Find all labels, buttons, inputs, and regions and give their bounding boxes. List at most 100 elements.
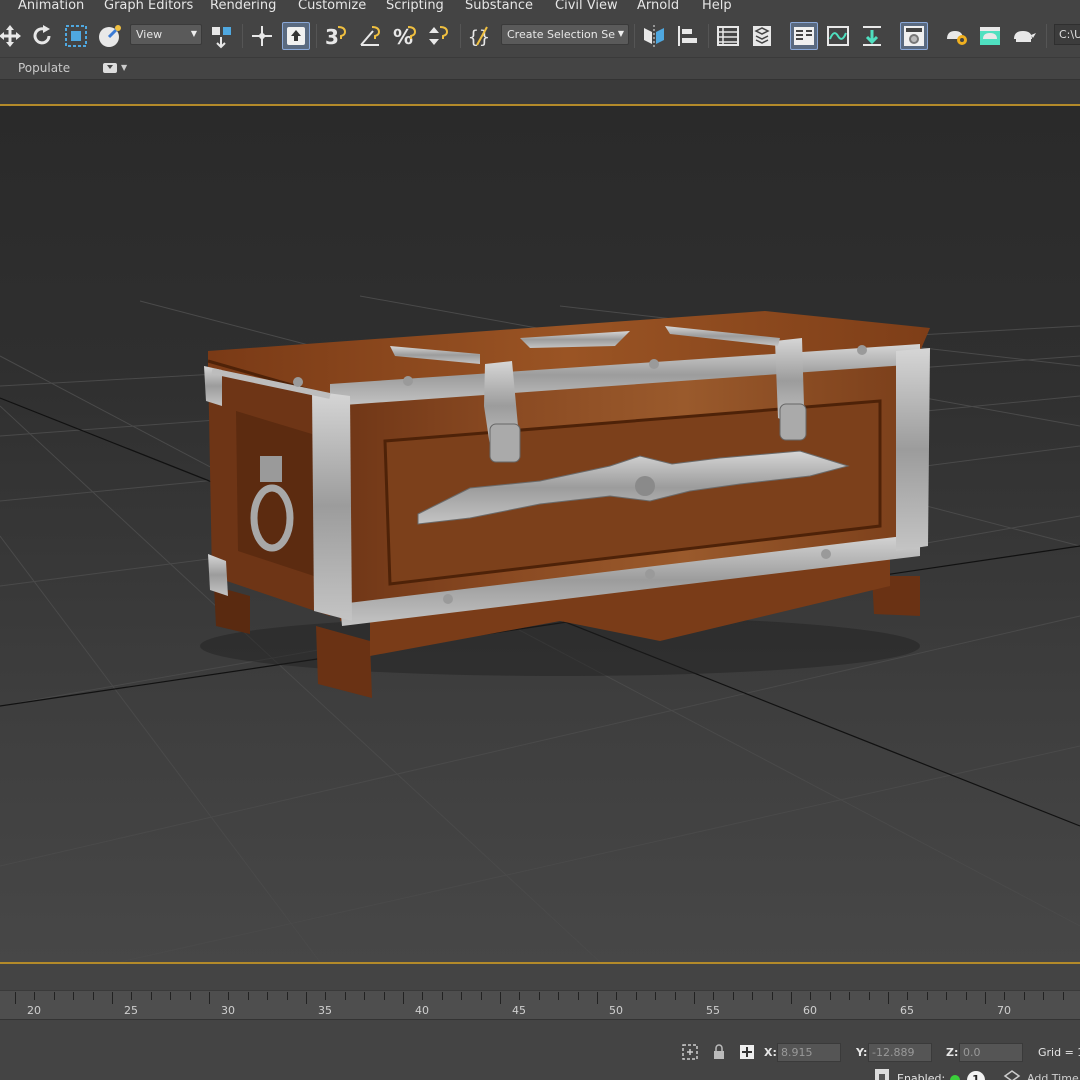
timeline-tick <box>752 992 754 1000</box>
timeline-tick <box>635 992 637 1000</box>
main-toolbar: View ▼ 3 % {} Create Selection Se ▼ C:\U <box>0 16 1080 58</box>
spinner-snap-icon[interactable] <box>424 22 452 50</box>
isolate-selection-icon[interactable] <box>680 1042 700 1062</box>
timeline-frame-label: 60 <box>803 1004 817 1017</box>
toolbar-separator <box>708 24 709 48</box>
y-coordinate-label: Y: <box>856 1046 868 1059</box>
scene-explorer-icon[interactable] <box>714 22 742 50</box>
absolute-mode-icon[interactable] <box>737 1042 757 1062</box>
percent-snap-icon[interactable]: % <box>390 22 418 50</box>
scale-icon[interactable] <box>62 22 90 50</box>
timeline-tick <box>907 992 909 1000</box>
timeline-tick <box>926 992 928 1000</box>
track-bar[interactable]: 20 25 30 35 40 45 50 55 60 65 70 <box>0 990 1080 1020</box>
curve-editor-icon[interactable] <box>824 22 852 50</box>
render-setup-icon[interactable] <box>942 22 970 50</box>
tab-populate[interactable]: Populate <box>18 61 70 75</box>
timeline-tick <box>732 992 734 1000</box>
timeline-tick <box>189 992 191 1000</box>
material-editor-icon[interactable] <box>900 22 928 50</box>
timeline-frame-label: 30 <box>221 1004 235 1017</box>
z-coordinate-field[interactable]: 0.0 <box>959 1043 1023 1062</box>
timeline-tick <box>441 992 443 1000</box>
perspective-viewport[interactable] <box>0 106 1080 962</box>
timeline-frame-label: 20 <box>27 1004 41 1017</box>
pivot-center-icon[interactable] <box>208 22 236 50</box>
snaps-toggle-icon[interactable]: 3 <box>322 22 350 50</box>
menu-arnold[interactable]: Arnold <box>637 0 679 13</box>
menu-customize[interactable]: Customize <box>298 0 366 13</box>
timeline-tick <box>538 992 540 1000</box>
timeline-tick <box>829 992 831 1000</box>
timeline-tick <box>131 992 133 1000</box>
schematic-view-icon[interactable] <box>858 22 886 50</box>
timeline-tick <box>1023 992 1025 1000</box>
timeline-tick <box>616 992 618 1000</box>
timeline-tick <box>53 992 55 1000</box>
reference-coordinate-dropdown[interactable]: View ▼ <box>130 24 202 45</box>
align-icon[interactable] <box>674 22 702 50</box>
menu-help[interactable]: Help <box>702 0 732 13</box>
rendered-frame-window-icon[interactable] <box>976 22 1004 50</box>
timeline-tick <box>577 992 579 1000</box>
time-tag-icon[interactable] <box>1002 1068 1022 1080</box>
layer-explorer-icon[interactable] <box>748 22 776 50</box>
timeline-frame-label: 45 <box>512 1004 526 1017</box>
timeline-tick <box>1062 992 1064 1000</box>
toggle-ribbon-icon[interactable] <box>790 22 818 50</box>
timeline-tick <box>34 992 36 1000</box>
lock-icon[interactable] <box>709 1042 729 1062</box>
angle-snap-icon[interactable] <box>356 22 384 50</box>
menu-scripting[interactable]: Scripting <box>386 0 444 13</box>
svg-text:3: 3 <box>325 25 339 49</box>
edit-named-selection-icon[interactable]: {} <box>466 22 494 50</box>
viewport-scene <box>0 295 1080 962</box>
timeline-tick <box>364 992 366 1000</box>
timeline-tick <box>112 992 113 1004</box>
select-manipulate-icon[interactable] <box>248 22 276 50</box>
move-icon[interactable] <box>0 22 24 50</box>
timeline-tick <box>771 992 773 1000</box>
timeline-tick <box>15 992 16 1004</box>
menu-civil-view[interactable]: Civil View <box>555 0 618 13</box>
rotate-icon[interactable] <box>28 22 56 50</box>
render-production-icon[interactable] <box>1010 22 1038 50</box>
chevron-down-icon: ▼ <box>617 29 624 38</box>
y-coordinate-field[interactable]: -12.889 <box>868 1043 932 1062</box>
timeline-tick <box>519 992 521 1000</box>
timeline-tick <box>597 992 598 1004</box>
timeline-tick <box>461 992 463 1000</box>
timeline-frame-label: 25 <box>124 1004 138 1017</box>
timeline-tick <box>1043 992 1045 1000</box>
project-path-field[interactable]: C:\U <box>1054 24 1080 45</box>
timeline-tick <box>73 992 75 1000</box>
keyboard-shortcut-override-icon[interactable] <box>282 22 310 50</box>
timeline-tick <box>306 992 307 1004</box>
menu-substance[interactable]: Substance <box>465 0 533 13</box>
timeline-tick <box>849 992 851 1000</box>
status-bar: X: 8.915 Y: -12.889 Z: 0.0 Grid = 1 Enab… <box>0 1032 1080 1080</box>
mirror-icon[interactable] <box>640 22 668 50</box>
timeline-frame-label: 35 <box>318 1004 332 1017</box>
timeline-frame-label: 55 <box>706 1004 720 1017</box>
place-icon[interactable] <box>96 22 124 50</box>
ribbon-toggle-icon[interactable] <box>103 63 117 73</box>
timeline-tick <box>228 992 230 1000</box>
timeline-tick <box>713 992 715 1000</box>
timeline-tick <box>888 992 889 1004</box>
toolbar-separator <box>460 24 461 48</box>
chevron-down-icon[interactable]: ▼ <box>121 63 127 72</box>
time-slider-area: 20 25 30 35 40 45 50 55 60 65 70 <box>0 964 1080 1032</box>
adaptive-degradation-icon[interactable] <box>872 1066 892 1080</box>
timeline-tick <box>480 992 482 1000</box>
menu-animation[interactable]: Animation <box>18 0 84 13</box>
timeline-frame-label: 65 <box>900 1004 914 1017</box>
treasure-chest-model <box>200 311 930 698</box>
menu-graph-editors[interactable]: Graph Editors <box>104 0 193 13</box>
named-selection-sets-dropdown[interactable]: Create Selection Se ▼ <box>501 24 629 45</box>
menu-bar: Animation Graph Editors Rendering Custom… <box>0 0 1080 16</box>
menu-rendering[interactable]: Rendering <box>210 0 276 13</box>
add-time-tag-label[interactable]: Add Time <box>1027 1072 1079 1080</box>
toolbar-separator <box>634 24 635 48</box>
x-coordinate-field[interactable]: 8.915 <box>777 1043 841 1062</box>
